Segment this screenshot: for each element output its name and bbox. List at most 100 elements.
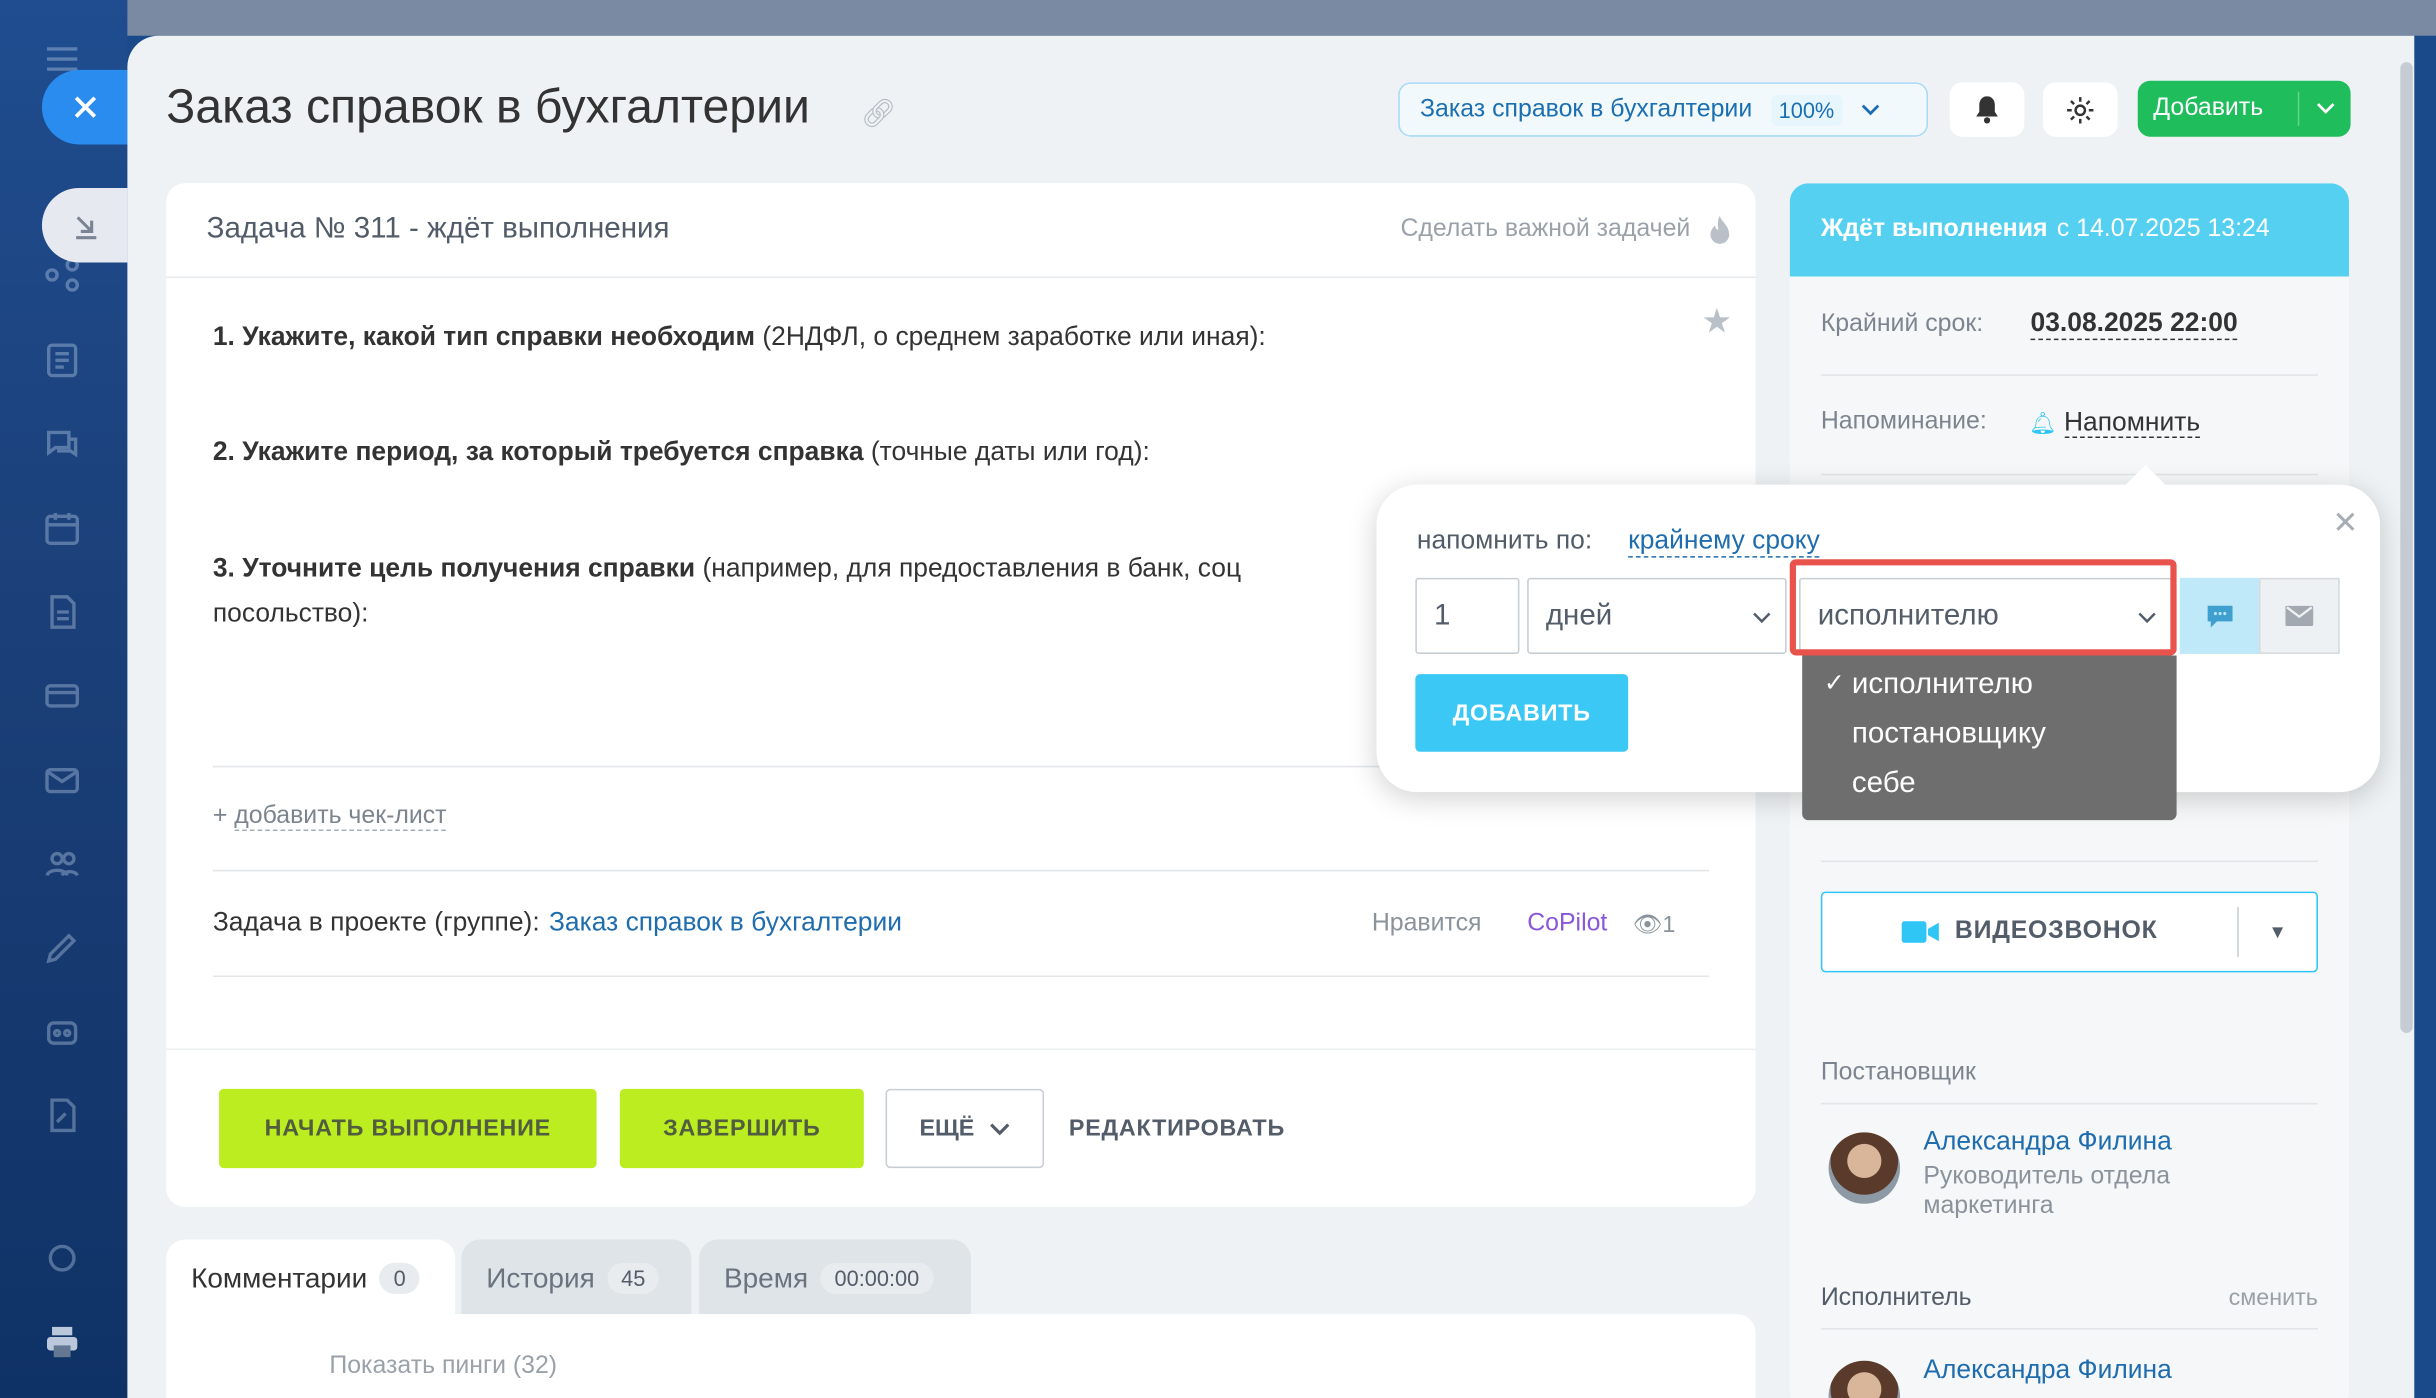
settings-rail-icon[interactable] [40,1236,84,1279]
deadline-row: Крайний срок: 03.08.2025 22:00 [1820,308,2318,341]
deadline-label: Крайний срок: [1820,310,1984,338]
mail-icon[interactable] [40,758,84,801]
document-icon[interactable] [40,590,84,633]
divider [1820,1102,2318,1105]
page-title: Заказ справок в бухгалтерии [166,79,810,134]
task-header: Задача № 311 - ждёт выполнения Сделать в… [166,183,1756,279]
assignee-name[interactable]: Александра Филина [1923,1354,2171,1385]
question-1-bold: 1. Укажите, какой тип справки необходим [212,321,756,352]
divider [212,975,1709,978]
start-task-button[interactable]: НАЧАТЬ ВЫПОЛНЕНИЕ [219,1088,597,1169]
highlight-box [1789,559,2177,656]
copy-link-icon[interactable]: 🔗︎ [861,98,897,131]
copilot-link[interactable]: CoPilot [1527,910,1607,938]
reminder-link-label: Напомнить [2063,406,2201,439]
add-button[interactable]: Добавить [2137,80,2351,137]
reminder-icon: 🔔︎ [2029,410,2057,435]
question-3-continued: посольство): [212,598,369,628]
chevron-down-icon [990,1122,1010,1135]
question-3: 3. Уточните цель получения справки (напр… [213,545,1384,590]
eye-icon: 👁︎ [1632,911,1663,939]
tab-time-label: Время [723,1262,809,1294]
minimize-slider-button[interactable] [41,187,128,263]
edit-doc-icon[interactable] [40,1094,84,1137]
settings-button[interactable] [2042,82,2118,137]
question-1: 1. Укажите, какой тип справки необходим … [213,314,1456,359]
scrollbar[interactable] [2400,62,2413,1033]
remind-amount-input[interactable]: 1 [1415,577,1520,654]
tab-history[interactable]: История 45 [461,1239,692,1318]
users-icon[interactable] [40,842,84,885]
divider [1820,374,2318,376]
assignee-label: Исполнитель [1820,1284,1972,1311]
question-3-rest: (например, для предоставления в банк, со… [695,552,1242,583]
recipient-dropdown-menu: ✓ исполнителю постановщику себе [1802,655,2177,821]
check-icon: ✓ [1823,671,1845,698]
divider [1820,1328,2318,1330]
tab-time[interactable]: Время 00:00:00 [699,1239,971,1318]
tab-comments-count: 0 [379,1262,420,1294]
deadline-value[interactable]: 03.08.2025 22:00 [2030,308,2238,341]
chat-icon[interactable] [40,422,84,465]
caret-down-icon[interactable]: ▼ [2239,921,2317,943]
card-icon[interactable] [40,674,84,717]
remind-by-link[interactable]: крайнему сроку [1628,525,1820,558]
remind-by-label: напомнить по: [1416,525,1593,555]
task-action-bar: НАЧАТЬ ВЫПОЛНЕНИЕ ЗАВЕРШИТЬ ЕЩЁ РЕДАКТИР… [166,1048,1756,1206]
remind-unit-select[interactable]: дней [1527,577,1787,654]
divider [212,869,1709,872]
chevron-down-icon [1753,612,1771,624]
make-important-link[interactable]: Сделать важной задачей [1400,216,1690,244]
video-call-button[interactable]: ВИДЕОЗВОНОК ▼ [1820,891,2318,973]
finish-task-button[interactable]: ЗАВЕРШИТЬ [619,1088,864,1169]
recipient-option-assignee[interactable]: исполнителю [1852,668,2033,702]
edit-task-link[interactable]: РЕДАКТИРОВАТЬ [1069,1115,1285,1141]
bell-icon [1976,95,1998,123]
question-2: 2. Укажите период, за который требуется … [213,429,1456,474]
video-camera-icon [1902,921,1940,943]
project-selector[interactable]: Заказ справок в бухгалтерии 100% [1398,82,1929,137]
feed-icon[interactable] [40,339,84,382]
views-count: 1 [1662,911,1676,939]
tab-history-count: 45 [607,1262,660,1294]
divider [1820,860,2318,863]
gear-icon [2067,96,2094,123]
divider [1820,473,2318,476]
assignee-change-link[interactable]: сменить [2229,1285,2318,1311]
robot-icon[interactable] [40,1010,84,1053]
like-link[interactable]: Нравится [1372,910,1482,938]
notifications-button[interactable] [1949,82,2025,137]
more-button-label: ЕЩЁ [919,1115,975,1142]
show-pings-link[interactable]: Показать пинги (32) [329,1353,557,1381]
creator-name[interactable]: Александра Филина [1923,1126,2171,1157]
project-label: Задача в проекте (группе): [212,907,540,937]
avatar[interactable] [1828,1360,1901,1398]
creator-heading: Постановщик [1820,1059,1976,1086]
remind-email-toggle[interactable] [2258,577,2340,654]
recipient-option-creator[interactable]: постановщику [1852,718,2046,752]
recipient-option-self[interactable]: себе [1852,767,1916,801]
close-slider-button[interactable] [41,69,128,145]
flame-icon[interactable] [1709,215,1731,246]
more-button[interactable]: ЕЩЁ [885,1088,1045,1169]
pen-icon[interactable] [40,926,84,969]
remind-unit-value: дней [1545,598,1613,632]
remind-chat-toggle[interactable] [2179,577,2259,654]
project-link[interactable]: Заказ справок в бухгалтерии [549,907,902,937]
printer-icon[interactable] [40,1320,84,1363]
add-reminder-button[interactable]: ДОБАВИТЬ [1415,674,1629,752]
video-call-label: ВИДЕОЗВОНОК [1954,918,2158,945]
reminder-link[interactable]: 🔔︎ Напомнить [2029,406,2201,439]
assignee-heading: Исполнитель сменить [1821,1285,2318,1313]
chevron-down-icon[interactable] [2299,95,2350,123]
tab-time-count: 00:00:00 [820,1262,934,1294]
project-percent-badge: 100% [1770,93,1843,126]
calendar-icon[interactable] [40,506,84,549]
tab-comments[interactable]: Комментарии 0 [166,1239,456,1318]
project-selector-label: Заказ справок в бухгалтерии [1419,95,1753,122]
favorite-star-icon[interactable]: ★ [1702,301,1733,341]
video-call-main[interactable]: ВИДЕОЗВОНОК [1822,918,2237,946]
avatar[interactable] [1828,1132,1901,1204]
add-checklist-link[interactable]: + добавить чек-лист [213,803,447,832]
close-icon[interactable]: ✕ [2332,503,2358,542]
